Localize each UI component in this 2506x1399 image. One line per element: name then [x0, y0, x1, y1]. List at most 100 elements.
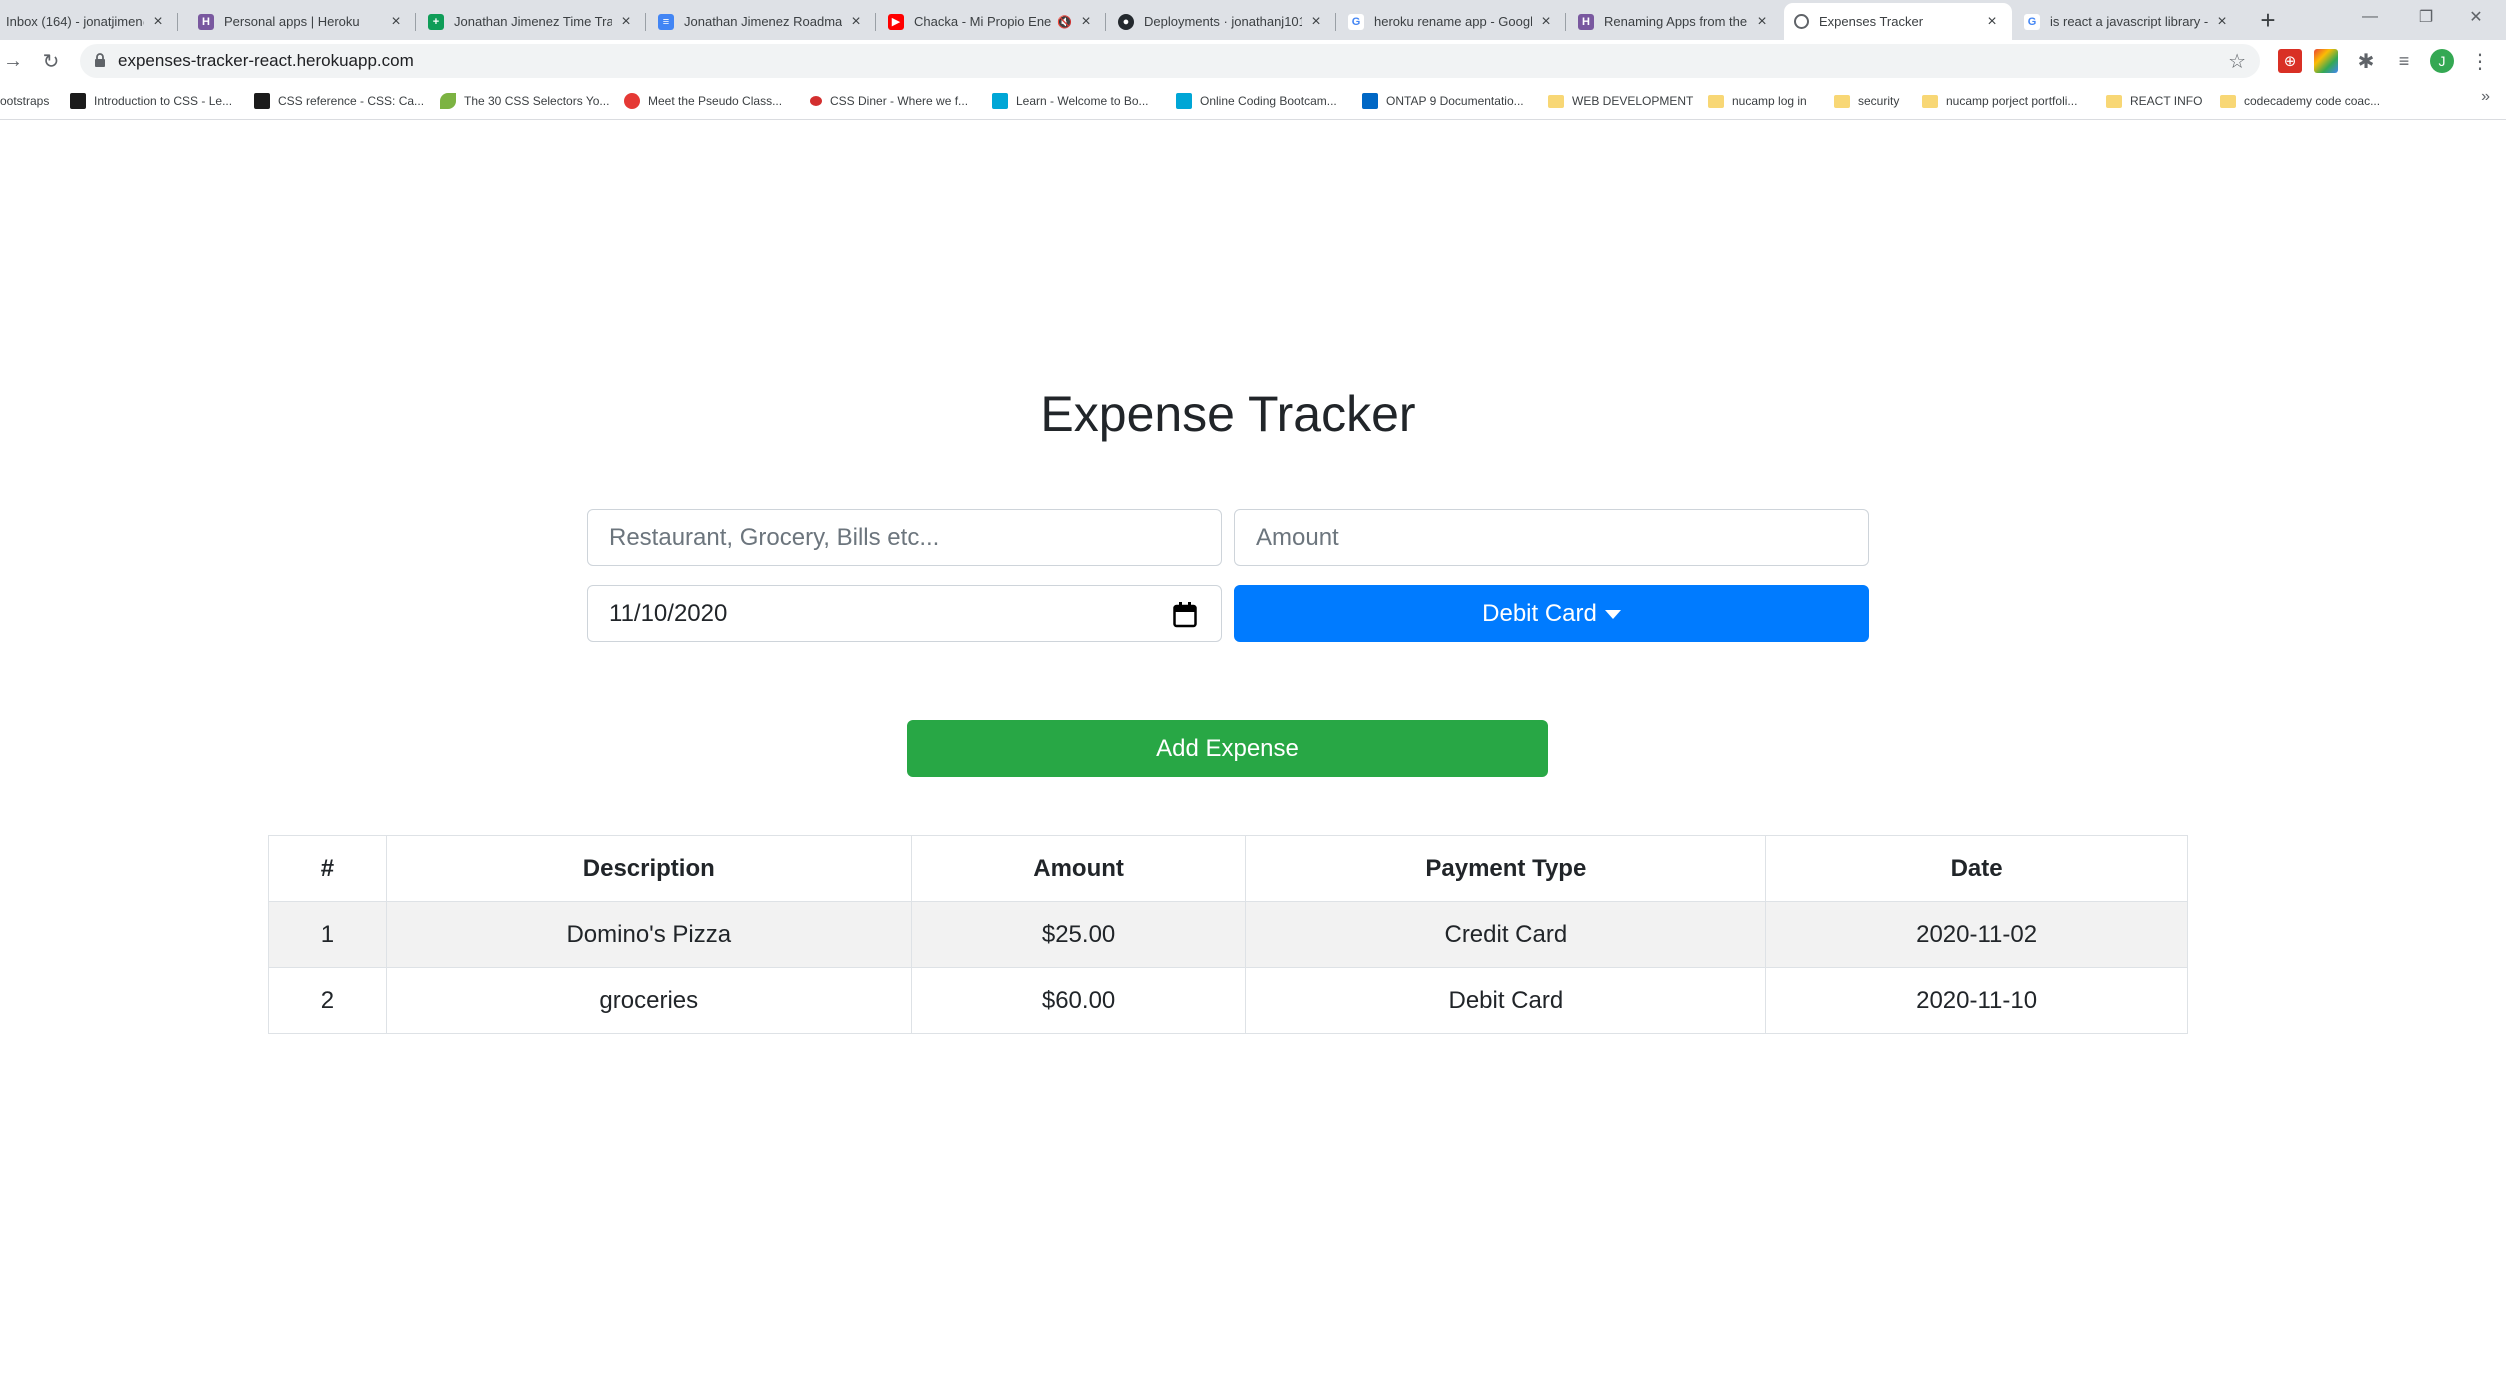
bookmark-folder[interactable]: REACT INFO	[2106, 91, 2202, 111]
css-diner-icon	[810, 96, 822, 106]
speaker-muted-icon[interactable]: 🔇	[1057, 15, 1072, 29]
bookmark-label: nucamp porject portfoli...	[1946, 94, 2078, 108]
table-cell: 1	[268, 901, 387, 968]
profile-avatar[interactable]: J	[2430, 49, 2454, 73]
extension-colorful-icon[interactable]	[2314, 49, 2338, 73]
bookmark-label: Meet the Pseudo Class...	[648, 94, 783, 108]
table-cell: Credit Card	[1245, 901, 1767, 968]
bookmark-item[interactable]: Meet the Pseudo Class...	[624, 91, 782, 111]
bookmark-item[interactable]: CSS reference - CSS: Ca...	[254, 91, 424, 111]
payment-type-label: Debit Card	[1482, 599, 1597, 627]
table-cell: 2	[268, 967, 387, 1034]
bookmark-label: WEB DEVELOPMENT	[1572, 94, 1694, 108]
column-header: Date	[1765, 835, 2188, 902]
tab-close-icon[interactable]: ×	[848, 13, 864, 30]
tab-close-icon[interactable]: ×	[1984, 13, 2000, 30]
nucamp-icon	[992, 93, 1008, 109]
tab-close-icon[interactable]: ×	[1538, 13, 1554, 30]
table-header-row: # Description Amount Payment Type Date	[268, 835, 2188, 902]
bookmark-item[interactable]: The 30 CSS Selectors Yo...	[440, 91, 609, 111]
bookmark-folder[interactable]: security	[1834, 91, 1899, 111]
bookmark-folder[interactable]: nucamp porject portfoli...	[1922, 91, 2077, 111]
browser-tab[interactable]: H Personal apps | Heroku ×	[188, 3, 416, 40]
bookmark-label: security	[1858, 94, 1900, 108]
bookmark-item[interactable]: Learn - Welcome to Bo...	[992, 91, 1149, 111]
column-header: Amount	[910, 835, 1247, 902]
extension-red-icon[interactable]: ⊕	[2278, 49, 2302, 73]
bookmark-folder[interactable]: WEB DEVELOPMENT	[1548, 91, 1693, 111]
browser-tab[interactable]: ▶ Chacka - Mi Propio Ene 🔇 ×	[878, 3, 1106, 40]
bookmark-label: CSS Diner - Where we f...	[830, 94, 969, 108]
tab-close-icon[interactable]: ×	[150, 13, 166, 30]
bookmark-item[interactable]: CSS Diner - Where we f...	[810, 91, 968, 111]
sheets-icon: +	[428, 13, 444, 30]
new-tab-button[interactable]: +	[2254, 5, 2282, 35]
add-expense-button[interactable]: Add Expense	[907, 720, 1548, 777]
tab-close-icon[interactable]: ×	[388, 13, 404, 30]
bookmark-label: REACT INFO	[2130, 94, 2203, 108]
table-cell: 2020-11-02	[1765, 901, 2188, 968]
browser-tab[interactable]: ≡ Jonathan Jimenez Roadmap ×	[648, 3, 876, 40]
bookmark-item[interactable]: Online Coding Bootcam...	[1176, 91, 1337, 111]
description-placeholder: Restaurant, Grocery, Bills etc...	[609, 523, 940, 551]
tab-close-icon[interactable]: ×	[1754, 13, 1770, 30]
bookmark-folder[interactable]: nucamp log in	[1708, 91, 1807, 111]
bookmark-label: Introduction to CSS - Le...	[94, 94, 233, 108]
amount-input[interactable]: Amount	[1234, 509, 1869, 566]
bookmark-star-icon[interactable]: ☆	[2228, 49, 2246, 74]
bookmarks-bar: ootstraps Introduction to CSS - Le... CS…	[0, 82, 2506, 120]
browser-tab[interactable]: ● Deployments · jonathanj101 ×	[1108, 3, 1336, 40]
tab-title: Personal apps | Heroku	[224, 14, 360, 29]
menu-kebab-icon[interactable]: ⋮	[2468, 49, 2492, 73]
chevron-right-icon[interactable]: »	[2481, 88, 2490, 106]
github-icon: ●	[1118, 13, 1134, 30]
date-input[interactable]: 11/10/2020	[587, 585, 1222, 642]
folder-icon	[1922, 94, 1938, 108]
bookmark-label: codecademy code coac...	[2244, 94, 2381, 108]
calendar-icon[interactable]	[1173, 602, 1197, 628]
tab-title: Inbox (164) - jonatjimen@gm	[6, 14, 144, 29]
bookmark-item[interactable]: ONTAP 9 Documentatio...	[1362, 91, 1524, 111]
nucamp-icon	[1176, 93, 1192, 109]
table-cell: Domino's Pizza	[385, 901, 912, 968]
browser-tab[interactable]: H Renaming Apps from the CLI ×	[1568, 3, 1782, 40]
google-icon: G	[1348, 13, 1364, 30]
minimize-icon[interactable]: —	[2340, 2, 2400, 32]
reload-icon[interactable]: ↻	[38, 48, 64, 74]
media-controls-icon[interactable]: ≡	[2392, 49, 2416, 73]
mdn-icon	[254, 93, 270, 109]
extensions-puzzle-icon[interactable]: ✱	[2354, 49, 2378, 73]
browser-tab[interactable]: Inbox (164) - jonatjimen@gm ×	[0, 3, 178, 40]
star-badge-icon	[624, 93, 640, 109]
bookmark-item[interactable]: ootstraps	[0, 91, 49, 111]
description-input[interactable]: Restaurant, Grocery, Bills etc...	[587, 509, 1222, 566]
address-bar[interactable]: expenses-tracker-react.herokuapp.com ☆	[80, 44, 2260, 78]
bookmark-item[interactable]: Introduction to CSS - Le...	[70, 91, 232, 111]
tab-close-icon[interactable]: ×	[1078, 13, 1094, 30]
table-cell: $25.00	[910, 901, 1247, 968]
browser-tab[interactable]: G heroku rename app - Google ×	[1338, 3, 1566, 40]
table-row: 1 Domino's Pizza $25.00 Credit Card 2020…	[268, 901, 2188, 968]
folder-icon	[1548, 94, 1564, 108]
leaf-icon	[440, 93, 456, 109]
bookmark-folder[interactable]: codecademy code coac...	[2220, 91, 2380, 111]
bookmark-label: ONTAP 9 Documentatio...	[1386, 94, 1524, 108]
netapp-icon	[1362, 93, 1378, 109]
tab-close-icon[interactable]: ×	[618, 13, 634, 30]
google-icon: G	[2024, 13, 2040, 30]
payment-type-dropdown[interactable]: Debit Card	[1234, 585, 1869, 642]
tab-close-icon[interactable]: ×	[1308, 13, 1324, 30]
expenses-table: # Description Amount Payment Type Date 1…	[268, 835, 2188, 1034]
folder-icon	[2106, 94, 2122, 108]
browser-tab-active[interactable]: Expenses Tracker ×	[1784, 3, 2012, 40]
tab-close-icon[interactable]: ×	[2214, 13, 2230, 30]
browser-tab[interactable]: + Jonathan Jimenez Time Track ×	[418, 3, 646, 40]
tab-title: is react a javascript library -	[2050, 14, 2208, 29]
bookmark-label: nucamp log in	[1732, 94, 1807, 108]
browser-tab[interactable]: G is react a javascript library - ×	[2014, 3, 2242, 40]
globe-icon	[1794, 14, 1809, 29]
forward-icon[interactable]: →	[0, 48, 26, 74]
lock-icon	[95, 53, 105, 67]
close-window-icon[interactable]: ✕	[2446, 2, 2506, 32]
docs-icon: ≡	[658, 13, 674, 30]
